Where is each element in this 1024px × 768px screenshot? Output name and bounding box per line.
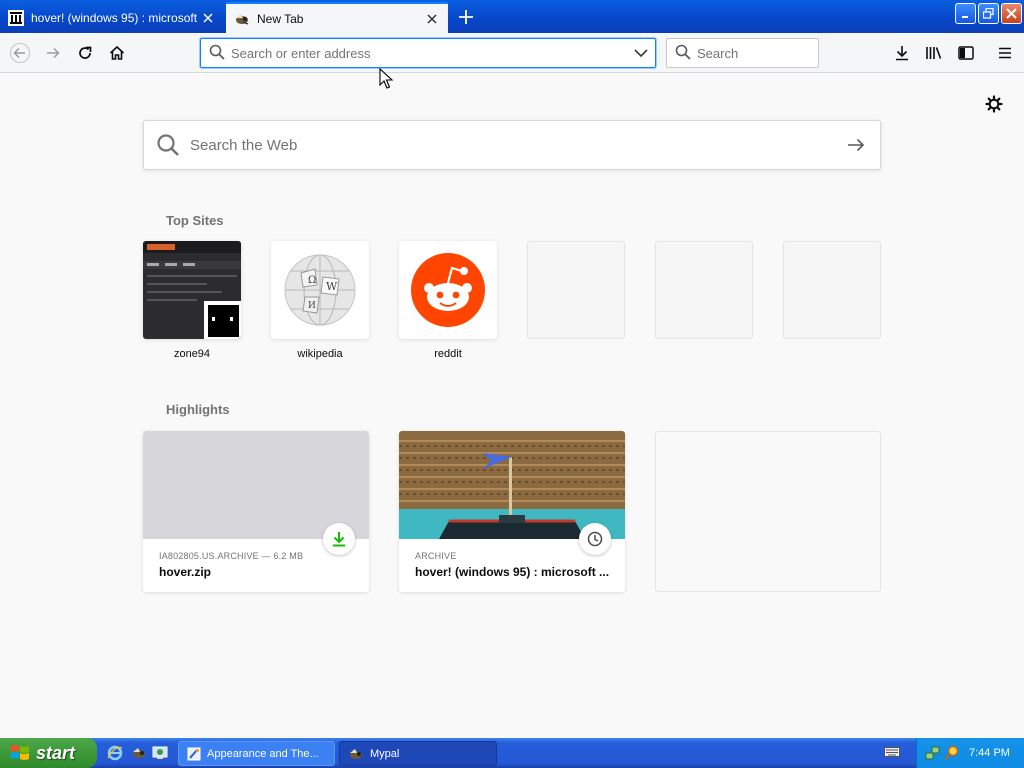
web-search-box[interactable] <box>143 120 881 170</box>
highlight-placeholder <box>655 431 881 592</box>
search-icon <box>156 133 180 157</box>
show-desktop-icon[interactable] <box>151 744 169 762</box>
tab-title: New Tab <box>257 11 304 26</box>
tab-new-tab[interactable]: New Tab <box>226 2 448 33</box>
download-icon <box>896 46 908 61</box>
start-button[interactable]: start <box>0 738 97 768</box>
svg-text:И: И <box>308 301 316 311</box>
sidebar-icon <box>958 46 974 60</box>
library-icon <box>926 47 942 59</box>
highlight-card-hover-archive[interactable]: ARCHIVE hover! (windows 95) : microsoft … <box>399 431 625 592</box>
chevron-down-icon[interactable] <box>627 39 655 67</box>
top-site-zone94[interactable] <box>143 241 241 339</box>
svg-text:Ω: Ω <box>308 275 316 286</box>
keyboard-icon[interactable] <box>884 746 900 758</box>
close-tab-icon[interactable] <box>200 10 216 26</box>
top-sites-heading: Top Sites <box>166 213 224 228</box>
forward-button[interactable] <box>39 39 67 67</box>
taskbar: start Appearance and The... Mypal 7:44 P… <box>0 738 1024 768</box>
highlight-card-hover-zip[interactable]: IA802805.US.ARCHIVE — 6.2 MB hover.zip <box>143 431 369 592</box>
reload-icon <box>79 46 92 59</box>
top-site-label: wikipedia <box>297 348 343 360</box>
card-context: ARCHIVE <box>415 551 457 561</box>
card-context: IA802805.US.ARCHIVE — 6.2 MB <box>159 551 304 561</box>
mouse-cursor-icon <box>379 68 393 89</box>
top-site-reddit[interactable] <box>399 241 497 339</box>
control-panel-icon <box>187 747 201 760</box>
sidebar-button[interactable] <box>952 39 980 67</box>
site-screenshot <box>143 241 241 339</box>
close-window-button[interactable] <box>1001 3 1022 24</box>
task-appearance-and-themes[interactable]: Appearance and The... <box>178 741 335 766</box>
system-tray: 7:44 PM <box>916 738 1024 768</box>
hamburger-menu-icon <box>999 47 1011 59</box>
tab-title: hover! (windows 95) : microsoft : <box>31 10 200 25</box>
restore-button[interactable] <box>978 3 999 24</box>
task-label: Appearance and The... <box>207 747 319 760</box>
highlights-heading: Highlights <box>166 402 230 417</box>
search-bar-input[interactable] <box>697 45 818 61</box>
arrow-right-icon[interactable] <box>832 121 880 169</box>
top-site-placeholder <box>527 241 625 339</box>
reload-button[interactable] <box>71 39 99 67</box>
restore-icon <box>983 8 994 19</box>
tab-strip: hover! (windows 95) : microsoft : New Ta… <box>0 0 1024 33</box>
url-bar[interactable] <box>200 38 656 68</box>
top-site-label: reddit <box>434 348 462 360</box>
gear-icon <box>985 95 1003 113</box>
top-site-label: zone94 <box>173 348 211 360</box>
card-title: hover! (windows 95) : microsoft ... <box>415 565 610 579</box>
back-arrow-icon <box>10 43 30 63</box>
mypal-icon <box>234 11 250 27</box>
history-clock-icon <box>579 523 611 555</box>
home-icon <box>109 45 125 60</box>
preferences-button[interactable] <box>983 93 1005 115</box>
reddit-alien-icon <box>399 241 497 339</box>
task-mypal[interactable]: Mypal <box>339 741 497 766</box>
menu-button[interactable] <box>991 39 1019 67</box>
back-button[interactable] <box>6 39 34 67</box>
clock: 7:44 PM <box>969 747 1010 759</box>
svg-text:W: W <box>326 280 338 293</box>
search-icon <box>209 44 225 63</box>
archive-icon <box>8 9 24 26</box>
mypal-icon <box>350 748 362 759</box>
downloads-button[interactable] <box>888 39 916 67</box>
plus-icon <box>459 10 473 24</box>
minimize-button[interactable] <box>955 3 976 24</box>
internet-explorer-icon[interactable] <box>106 744 124 762</box>
card-title: hover.zip <box>159 565 212 579</box>
web-search-input[interactable] <box>190 136 832 154</box>
top-site-placeholder <box>783 241 881 339</box>
top-site-wikipedia[interactable]: Ω W И <box>271 241 369 339</box>
minimize-icon <box>961 15 968 18</box>
start-label: start <box>36 742 76 763</box>
search-tray-icon[interactable] <box>944 745 960 761</box>
wikipedia-globe-icon: Ω W И <box>271 241 369 339</box>
search-icon <box>675 44 691 63</box>
download-icon <box>323 523 355 555</box>
new-tab-page: Top Sites zone94 <box>0 74 1024 738</box>
windows-logo-icon <box>11 745 29 760</box>
tab-hover-archive[interactable]: hover! (windows 95) : microsoft : <box>0 2 224 33</box>
library-button[interactable] <box>920 39 948 67</box>
network-icon[interactable] <box>925 745 941 761</box>
home-button[interactable] <box>103 39 131 67</box>
navigation-toolbar <box>0 33 1024 73</box>
task-label: Mypal <box>370 747 400 760</box>
close-icon <box>1006 8 1017 19</box>
close-tab-icon[interactable] <box>424 11 440 27</box>
top-site-placeholder <box>655 241 753 339</box>
new-tab-button[interactable] <box>454 5 478 29</box>
url-input[interactable] <box>231 41 627 65</box>
search-bar[interactable] <box>666 38 819 68</box>
forward-arrow-icon <box>47 47 60 59</box>
mypal-quicklaunch-icon[interactable] <box>130 744 148 762</box>
